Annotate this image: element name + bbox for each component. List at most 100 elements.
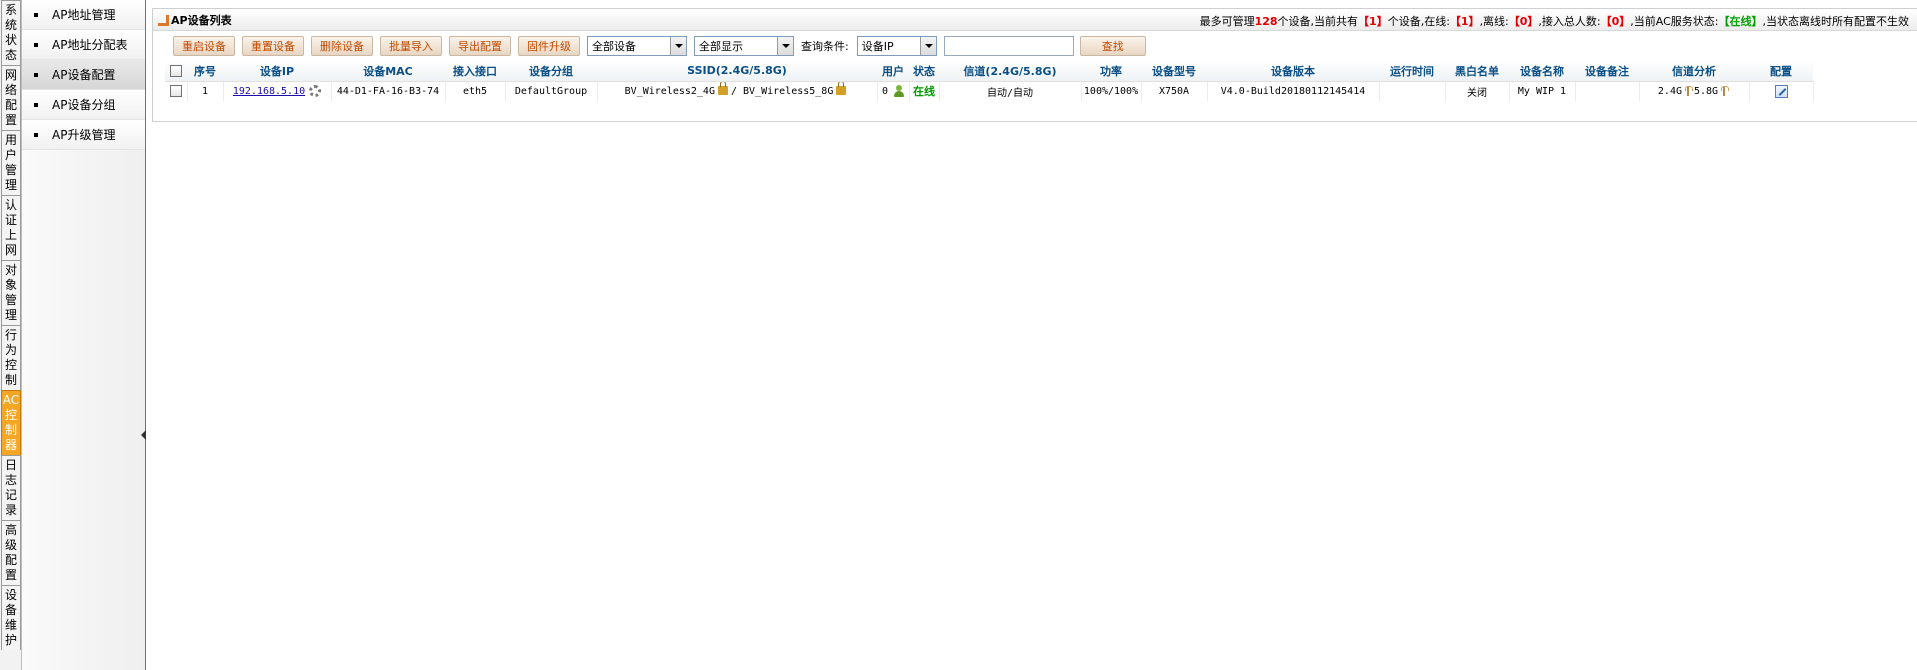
gear-icon[interactable] — [309, 85, 322, 98]
col-version: 设备版本 — [1207, 61, 1379, 82]
row-index: 1 — [187, 81, 224, 101]
col-power: 功率 — [1081, 61, 1141, 82]
col-ssid: SSID(2.4G/5.8G) — [597, 61, 877, 82]
status-max-prefix: 最多可管理 — [1199, 15, 1255, 28]
vtab-7[interactable]: 日志记录 — [1, 455, 21, 520]
submenu-item-1[interactable]: AP地址分配表 — [22, 30, 145, 60]
device-ip-link[interactable]: 192.168.5.10 — [233, 86, 305, 97]
row-name: My WIP 1 — [1509, 81, 1576, 101]
col-config: 配置 — [1749, 61, 1813, 82]
analysis-58g: 5.8G — [1694, 85, 1719, 97]
bullet-icon — [34, 42, 38, 47]
col-index: 序号 — [187, 61, 223, 82]
vtab-1[interactable]: 网络配置 — [1, 65, 21, 130]
ssid-24g: BV_Wireless2_4G — [624, 85, 715, 97]
vtab-5[interactable]: 行为控制 — [1, 325, 21, 390]
row-remark — [1575, 81, 1640, 101]
table-row: 1 192.168.5.10 44-D1-FA-16-B3-74 eth5 De… — [165, 81, 1814, 101]
antenna-icon[interactable] — [1685, 85, 1693, 96]
ap-device-table: 序号 设备IP 设备MAC 接入接口 设备分组 SSID(2.4G/5.8G) … — [165, 61, 1814, 101]
row-config-cell — [1749, 81, 1814, 101]
vtab-0[interactable]: 系统状态 — [1, 0, 21, 65]
row-status-cell: 在线 — [909, 81, 940, 101]
col-blacklist: 黑白名单 — [1445, 61, 1509, 82]
submenu-item-4[interactable]: AP升级管理 — [22, 120, 145, 150]
submenu-item-label: AP地址分配表 — [52, 38, 128, 52]
submenu-item-label: AP升级管理 — [52, 128, 116, 142]
firmware-upgrade-button[interactable]: 固件升级 — [518, 36, 580, 56]
toolbar: 重启设备 重置设备 删除设备 批量导入 导出配置 固件升级 全部设备 全部显示 … — [153, 31, 1917, 61]
row-checkbox[interactable] — [169, 85, 182, 98]
query-input[interactable] — [943, 36, 1074, 56]
bullet-icon — [34, 72, 38, 77]
vtab-9[interactable]: 设备维护 — [1, 585, 21, 650]
status-online-value: 【1】 — [1449, 15, 1480, 28]
row-channel: 自动/自动 — [939, 81, 1082, 101]
bullet-icon — [34, 102, 38, 107]
vtab-3[interactable]: 认证上网 — [1, 195, 21, 260]
status-total-suffix: 个设备,在线: — [1387, 15, 1450, 28]
reset-device-button[interactable]: 重置设备 — [242, 36, 304, 56]
row-power: 100%/100% — [1081, 81, 1142, 101]
user-icon[interactable] — [894, 85, 905, 98]
vtab-label: AC控制器 — [2, 393, 20, 452]
col-group: 设备分组 — [505, 61, 597, 82]
col-model: 设备型号 — [1141, 61, 1207, 82]
device-filter-select[interactable]: 全部设备 — [587, 36, 687, 56]
col-uptime: 运行时间 — [1379, 61, 1445, 82]
export-config-button[interactable]: 导出配置 — [449, 36, 511, 56]
row-blacklist: 关闭 — [1445, 81, 1510, 101]
antenna-icon[interactable] — [1721, 85, 1730, 96]
submenu-panel: AP地址管理 AP地址分配表 AP设备配置 AP设备分组 AP升级管理 — [22, 0, 146, 670]
display-filter-select[interactable]: 全部显示 — [694, 36, 794, 56]
search-button[interactable]: 查找 — [1079, 36, 1146, 56]
vtab-label: 对象管理 — [4, 263, 17, 322]
ssid-separator: / — [730, 85, 737, 97]
ap-device-panel: AP设备列表 最多可管理128个设备,当前共有【1】个设备,在线:【1】,离线:… — [152, 8, 1917, 122]
status-ac-label: ,当前AC服务状态: — [1630, 15, 1719, 28]
query-field-select[interactable]: 设备IP — [856, 36, 937, 56]
delete-device-button[interactable]: 删除设备 — [311, 36, 373, 56]
vtab-label: 网络配置 — [4, 68, 17, 127]
col-users: 用户 — [877, 61, 909, 82]
status-max-value: 128 — [1254, 15, 1278, 28]
vtab-label: 系统状态 — [4, 3, 17, 62]
bullet-icon — [34, 12, 38, 17]
status-users-label: ,接入总人数: — [1538, 15, 1601, 28]
chevron-down-icon — [670, 37, 686, 55]
row-users-cell: 0 — [877, 81, 910, 101]
select-all-header[interactable] — [165, 61, 187, 82]
vtab-6[interactable]: AC控制器 — [1, 390, 21, 455]
reboot-device-button[interactable]: 重启设备 — [173, 36, 235, 56]
status-users-value: 【0】 — [1600, 15, 1631, 28]
col-ip: 设备IP — [223, 61, 331, 82]
submenu-item-2[interactable]: AP设备配置 — [22, 60, 145, 90]
submenu-item-0[interactable]: AP地址管理 — [22, 0, 145, 30]
status-offline-value: 【0】 — [1508, 15, 1539, 28]
row-select-cell[interactable] — [165, 81, 188, 101]
row-version: V4.0-Build20180112145414 — [1207, 81, 1380, 101]
submenu-item-label: AP设备分组 — [52, 98, 116, 112]
ssid-58g: BV_Wireless5_8G — [743, 85, 834, 97]
edit-icon[interactable] — [1774, 84, 1788, 98]
panel-titlebar: AP设备列表 最多可管理128个设备,当前共有【1】个设备,在线:【1】,离线:… — [153, 9, 1917, 31]
status-tail: ,当状态离线时所有配置不生效 — [1762, 15, 1910, 28]
vtab-label: 设备维护 — [4, 588, 17, 647]
page: 系统状态网络配置用户管理认证上网对象管理行为控制 AC控制器日志记录高级配置设备维… — [0, 0, 1917, 670]
row-analysis-cell: 2.4G 5.8G — [1639, 81, 1750, 101]
row-group: DefaultGroup — [505, 81, 598, 101]
col-status: 状态 — [909, 61, 939, 82]
vtab-2[interactable]: 用户管理 — [1, 130, 21, 195]
vtab-label: 行为控制 — [4, 328, 17, 387]
col-name: 设备名称 — [1509, 61, 1575, 82]
select-all-checkbox[interactable] — [170, 65, 182, 78]
vtab-4[interactable]: 对象管理 — [1, 260, 21, 325]
collapse-sidebar-icon[interactable] — [141, 430, 146, 440]
batch-import-button[interactable]: 批量导入 — [380, 36, 442, 56]
device-filter-value: 全部设备 — [592, 40, 636, 53]
status-max-suffix: 个设备,当前共有 — [1277, 15, 1359, 28]
vtab-label: 高级配置 — [4, 523, 17, 582]
vtab-8[interactable]: 高级配置 — [1, 520, 21, 585]
vtab-label: 认证上网 — [4, 198, 17, 257]
submenu-item-3[interactable]: AP设备分组 — [22, 90, 145, 120]
